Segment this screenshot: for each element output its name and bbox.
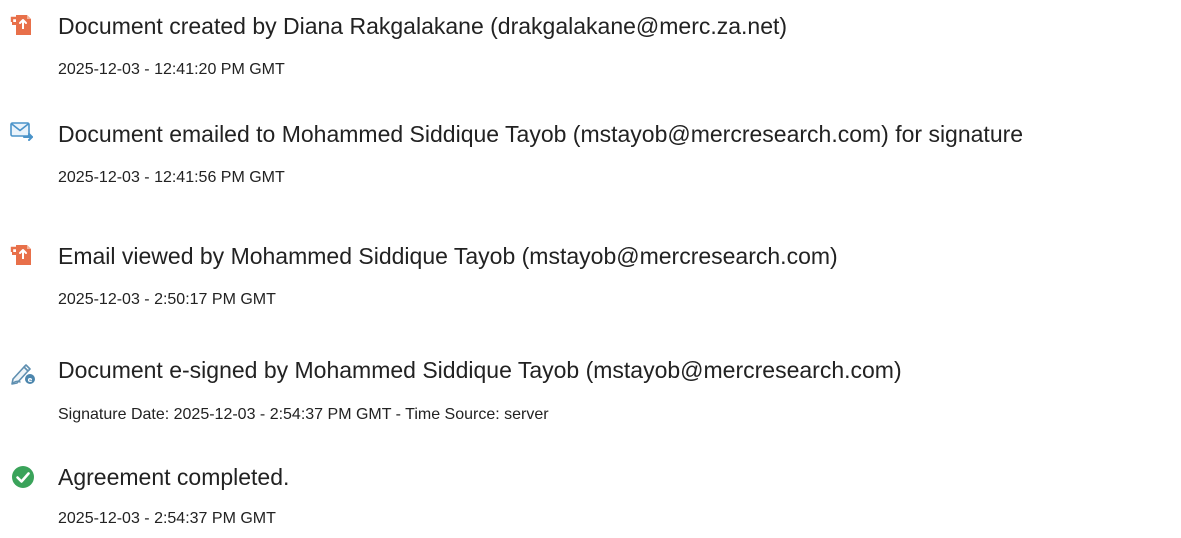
event-title: Document created by Diana Rakgalakane (d… bbox=[58, 13, 788, 39]
document-icon bbox=[10, 242, 36, 268]
event-title: Document e-signed by Mohammed Siddique T… bbox=[58, 357, 902, 383]
svg-text:e: e bbox=[28, 376, 33, 384]
event-title: Document emailed to Mohammed Siddique Ta… bbox=[58, 121, 1024, 147]
event-timestamp: 2025-12-03 - 2:54:37 PM GMT bbox=[58, 510, 276, 527]
event-title: Email viewed by Mohammed Siddique Tayob … bbox=[58, 243, 838, 269]
document-icon bbox=[10, 12, 36, 38]
event-timestamp: 2025-12-03 - 12:41:20 PM GMT bbox=[58, 61, 285, 78]
email-sent-icon bbox=[10, 118, 36, 144]
event-title: Agreement completed. bbox=[58, 464, 290, 490]
esign-pen-icon: e bbox=[10, 359, 36, 385]
event-timestamp: 2025-12-03 - 2:50:17 PM GMT bbox=[58, 291, 276, 308]
checkmark-circle-icon bbox=[10, 464, 36, 490]
audit-history: Document created by Diana Rakgalakane (d… bbox=[0, 0, 1181, 538]
event-timestamp: Signature Date: 2025-12-03 - 2:54:37 PM … bbox=[58, 406, 549, 423]
event-timestamp: 2025-12-03 - 12:41:56 PM GMT bbox=[58, 169, 285, 186]
